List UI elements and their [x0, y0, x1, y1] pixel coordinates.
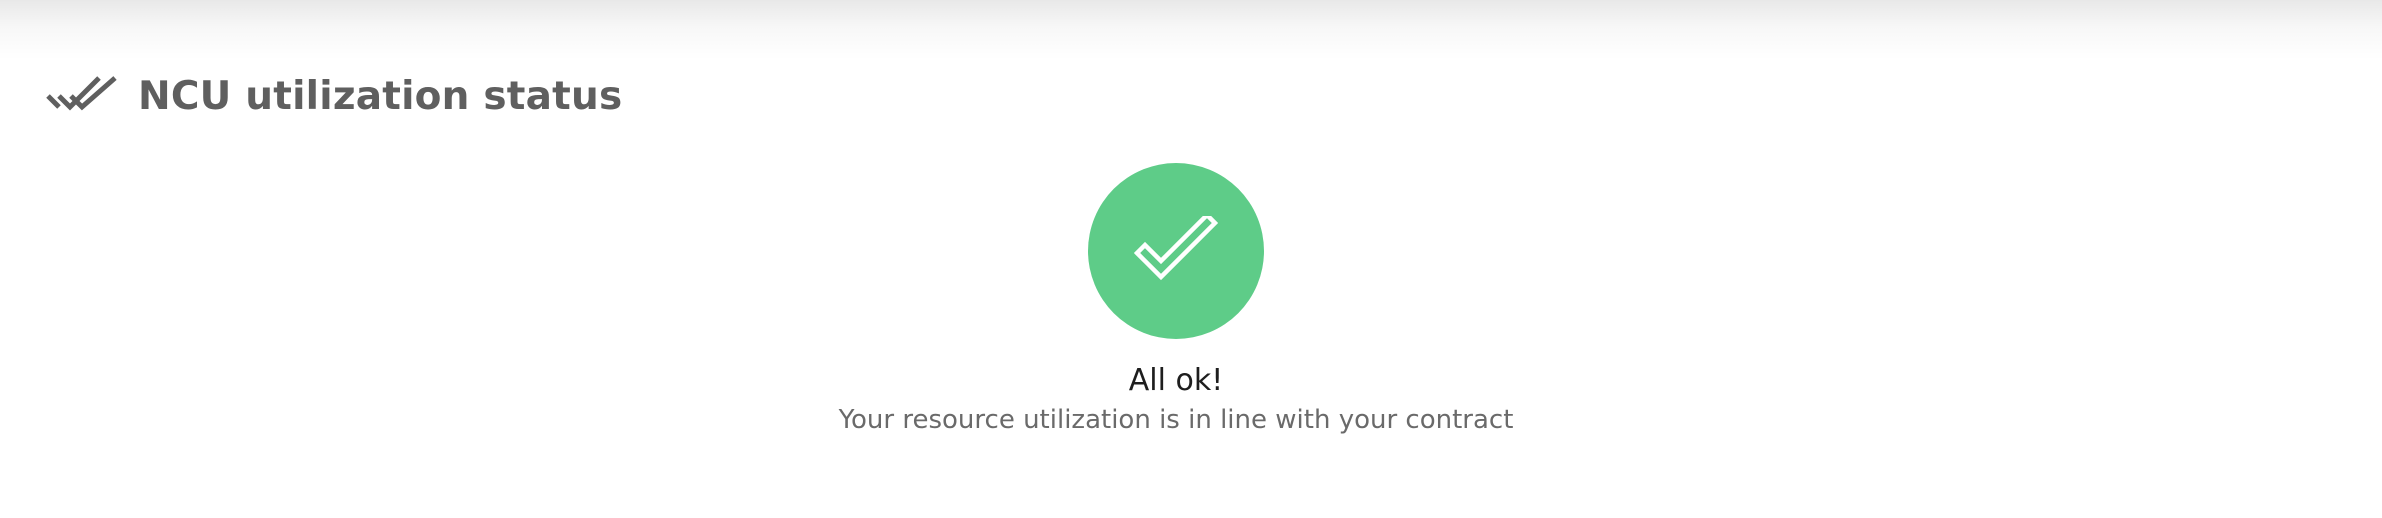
- status-area: All ok! Your resource utilization is in …: [0, 163, 2352, 436]
- panel-title: NCU utilization status: [138, 73, 623, 119]
- status-indicator: [1088, 163, 1264, 339]
- panel-header: NCU utilization status: [46, 68, 622, 124]
- top-shadow: [0, 0, 2382, 60]
- check-icon: [1134, 216, 1218, 286]
- status-heading: All ok!: [1128, 363, 1224, 398]
- double-check-icon: [46, 72, 118, 120]
- status-message: Your resource utilization is in line wit…: [838, 405, 1514, 435]
